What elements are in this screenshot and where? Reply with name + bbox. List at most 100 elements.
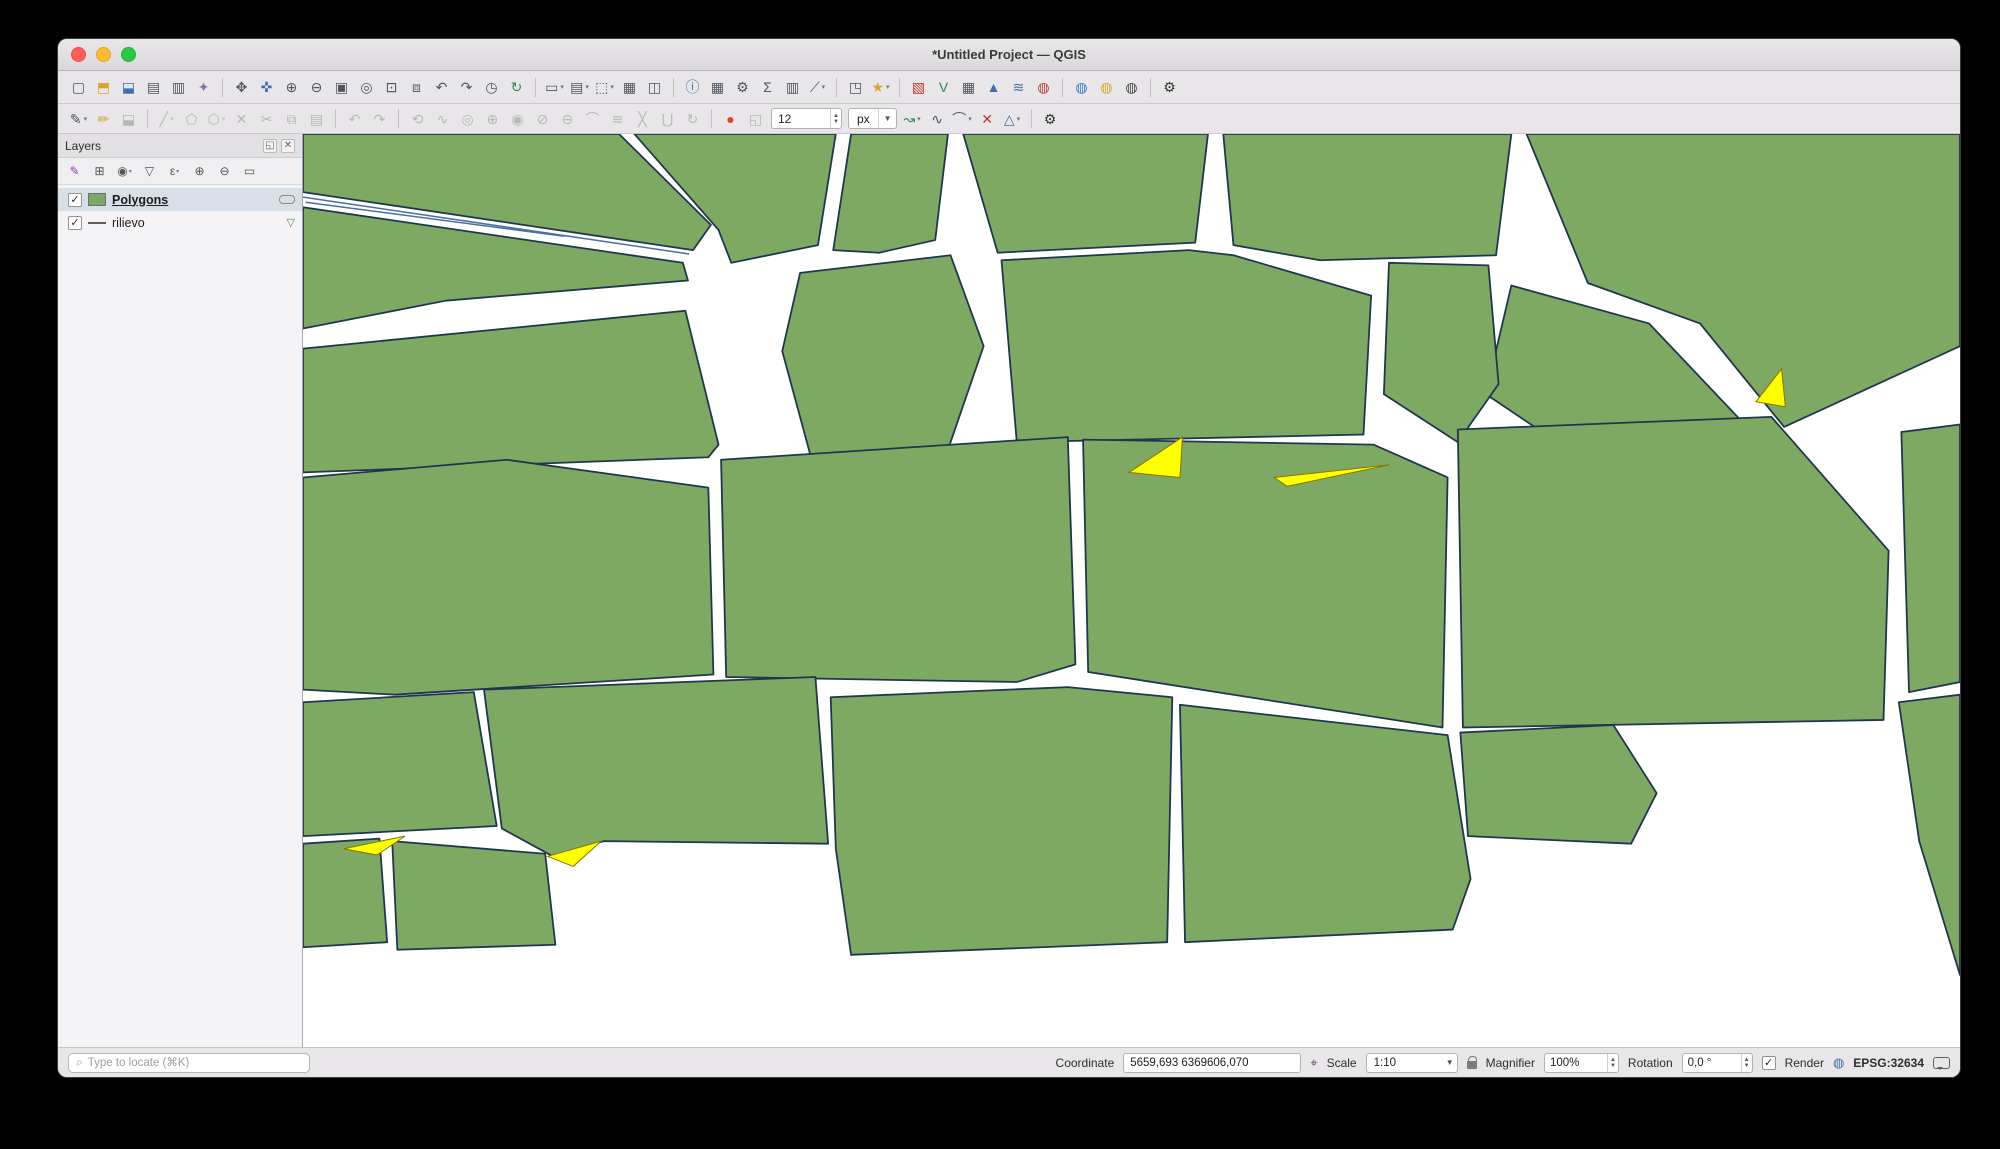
filter-expression-button[interactable]: ε▾ xyxy=(163,161,186,182)
layer-styling-button[interactable]: ✎ xyxy=(63,161,86,182)
add-part-button[interactable]: ⊕ xyxy=(480,107,505,131)
rotation-stepper[interactable]: ▲▼ xyxy=(1741,1054,1752,1072)
zoom-to-layer-button[interactable]: ⧈ xyxy=(404,75,429,99)
scale-combo[interactable]: 1:10 ▼ xyxy=(1366,1053,1458,1073)
add-raster-layer-button[interactable]: ▦ xyxy=(956,75,981,99)
field-calculator-button[interactable]: ⚙ xyxy=(730,75,755,99)
magnifier-input[interactable] xyxy=(1545,1054,1607,1072)
redo-button[interactable]: ↷ xyxy=(367,107,392,131)
add-mesh-layer-button[interactable]: ▲ xyxy=(981,75,1006,99)
cad-constraints-button[interactable]: △▾ xyxy=(1000,107,1025,131)
delete-selected-button[interactable]: ✕ xyxy=(229,107,254,131)
identify-features-button[interactable]: ⓘ xyxy=(680,75,705,99)
statistics-button[interactable]: Σ xyxy=(755,75,780,99)
map-tips-button[interactable]: ◳ xyxy=(843,75,868,99)
add-group-button[interactable]: ⊞ xyxy=(88,161,111,182)
new-print-layout-button[interactable]: ▤ xyxy=(141,75,166,99)
current-edits-button[interactable]: ✎▾ xyxy=(66,107,91,131)
size-input[interactable] xyxy=(772,109,830,128)
select-features-button[interactable]: ▭▾ xyxy=(542,75,567,99)
select-by-value-button[interactable]: ▤▾ xyxy=(567,75,592,99)
digitize-segment-button[interactable]: ╱▾ xyxy=(154,107,179,131)
add-vector-layer-button[interactable]: V xyxy=(931,75,956,99)
add-delimited-text-button[interactable]: ≋ xyxy=(1006,75,1031,99)
vertex-tool-button[interactable]: ⬡▾ xyxy=(204,107,229,131)
zoom-full-button[interactable]: ▣ xyxy=(329,75,354,99)
data-source-manager-button[interactable]: ▧ xyxy=(906,75,931,99)
messages-icon[interactable] xyxy=(1933,1057,1950,1069)
delete-part-button[interactable]: ⊖ xyxy=(555,107,580,131)
save-project-button[interactable]: ⬓ xyxy=(116,75,141,99)
locator-input[interactable] xyxy=(88,1057,302,1069)
layer-visibility-checkbox[interactable]: ✓ xyxy=(68,216,82,230)
crs-globe-icon[interactable]: ◍ xyxy=(1833,1055,1844,1071)
reshape-features-button[interactable]: ⌒ xyxy=(580,107,605,131)
remove-layer-button[interactable]: ▭ xyxy=(238,161,261,182)
tracing-toggle-button[interactable]: ↝▾ xyxy=(900,107,925,131)
snapping-options-button[interactable]: ● xyxy=(718,107,743,131)
close-window-button[interactable] xyxy=(71,47,86,62)
metasearch-button[interactable]: ◍ xyxy=(1069,75,1094,99)
open-project-button[interactable]: ⬒ xyxy=(91,75,116,99)
paste-features-button[interactable]: ▤ xyxy=(304,107,329,131)
zoom-last-button[interactable]: ↶ xyxy=(429,75,454,99)
magnifier-spinbox[interactable]: ▲▼ xyxy=(1544,1053,1619,1073)
minimize-window-button[interactable] xyxy=(96,47,111,62)
fill-ring-button[interactable]: ◉ xyxy=(505,107,530,131)
temporal-controller-button[interactable]: ◷ xyxy=(479,75,504,99)
layer-visibility-checkbox[interactable]: ✓ xyxy=(68,193,82,207)
render-checkbox[interactable]: ✓ xyxy=(1762,1056,1776,1070)
stream-digitizing-button[interactable]: ∿ xyxy=(925,107,950,131)
collapse-all-button[interactable]: ⊖ xyxy=(213,161,236,182)
dock-panel-icon[interactable]: ◱ xyxy=(263,139,277,153)
select-all-button[interactable]: ▦ xyxy=(617,75,642,99)
add-polygon-button[interactable]: ⬠ xyxy=(179,107,204,131)
plugin-tool-button[interactable]: ⚙ xyxy=(1157,75,1182,99)
zoom-next-button[interactable]: ↷ xyxy=(454,75,479,99)
rotation-spinbox[interactable]: ▲▼ xyxy=(1682,1053,1753,1073)
style-manager-button[interactable]: ✦ xyxy=(191,75,216,99)
cut-features-button[interactable]: ✂ xyxy=(254,107,279,131)
merge-features-button[interactable]: ⋃ xyxy=(655,107,680,131)
invert-selection-button[interactable]: ◫ xyxy=(642,75,667,99)
map-svg[interactable] xyxy=(303,134,1960,1047)
layer-item-rilievo[interactable]: ✓rilievo▽ xyxy=(58,211,302,234)
attribute-table-button[interactable]: ▦ xyxy=(705,75,730,99)
curve-digitizing-button[interactable]: ⌒▾ xyxy=(950,107,975,131)
close-line-button[interactable]: ✕ xyxy=(975,107,1000,131)
crs-label[interactable]: EPSG:32634 xyxy=(1853,1056,1924,1070)
magnifier-stepper[interactable]: ▲▼ xyxy=(1607,1054,1618,1072)
simplify-feature-button[interactable]: ∿ xyxy=(430,107,455,131)
sql-query-button[interactable]: ▥ xyxy=(780,75,805,99)
advanced-digitizing-dock-button[interactable]: ◱ xyxy=(743,107,768,131)
offset-curve-button[interactable]: ≋ xyxy=(605,107,630,131)
zoom-window-button[interactable] xyxy=(121,47,136,62)
save-layer-edits-button[interactable]: ⬓ xyxy=(116,107,141,131)
add-ring-button[interactable]: ◎ xyxy=(455,107,480,131)
filter-legend-button[interactable]: ▽ xyxy=(138,161,161,182)
rotate-point-symbols-button[interactable]: ↻ xyxy=(680,107,705,131)
measure-button[interactable]: ⟋▾ xyxy=(805,75,830,99)
toggle-editing-button[interactable]: ✏ xyxy=(91,107,116,131)
deselect-features-button[interactable]: ⬚▾ xyxy=(592,75,617,99)
rotation-input[interactable] xyxy=(1683,1054,1741,1072)
extent-toggle-icon[interactable]: ⌖ xyxy=(1310,1055,1317,1071)
pan-to-selection-button[interactable]: ✜ xyxy=(254,75,279,99)
map-canvas[interactable] xyxy=(303,134,1960,1047)
zoom-native-button[interactable]: ◎ xyxy=(354,75,379,99)
zoom-in-button[interactable]: ⊕ xyxy=(279,75,304,99)
copy-features-button[interactable]: ⧉ xyxy=(279,107,304,131)
osm-search-button[interactable]: ◍ xyxy=(1094,75,1119,99)
split-features-button[interactable]: ╳ xyxy=(630,107,655,131)
unit-select[interactable]: px ▼ xyxy=(848,108,897,129)
layout-manager-button[interactable]: ▥ xyxy=(166,75,191,99)
map-themes-button[interactable]: ◉▾ xyxy=(113,161,136,182)
add-wms-layer-button[interactable]: ◍ xyxy=(1031,75,1056,99)
delete-ring-button[interactable]: ⊘ xyxy=(530,107,555,131)
refresh-map-button[interactable]: ↻ xyxy=(504,75,529,99)
locator-search[interactable]: ⌕ xyxy=(68,1053,310,1073)
geocode-button[interactable]: ◍ xyxy=(1119,75,1144,99)
close-panel-icon[interactable]: ✕ xyxy=(281,139,295,153)
size-spinbox[interactable]: ▲▼ xyxy=(771,108,842,129)
rotate-feature-button[interactable]: ⟲ xyxy=(405,107,430,131)
